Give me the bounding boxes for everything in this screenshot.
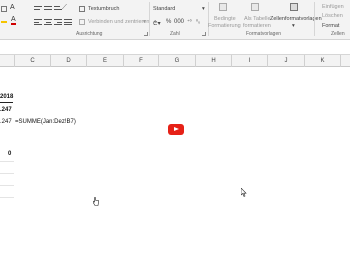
format-as-table-button-line2[interactable]: formatieren bbox=[243, 23, 271, 29]
column-header-partial[interactable] bbox=[340, 55, 350, 67]
column-header-f[interactable]: F bbox=[123, 55, 158, 67]
font-color-icon[interactable]: A bbox=[11, 16, 16, 25]
align-center-icon[interactable] bbox=[44, 19, 52, 25]
thousands-separator-icon[interactable]: 000 bbox=[174, 19, 184, 25]
align-right-icon[interactable] bbox=[54, 19, 62, 25]
ribbon: A A ⟋ Textumbruch Verbinden und zentrier… bbox=[0, 0, 350, 40]
column-header-g[interactable]: G bbox=[158, 55, 195, 67]
font-size-icon[interactable]: A bbox=[10, 4, 15, 11]
column-header-i[interactable]: I bbox=[231, 55, 267, 67]
separator bbox=[208, 2, 209, 36]
decrease-decimal-icon[interactable]: ⁰₀ bbox=[196, 19, 200, 25]
cell-total[interactable]: .247 bbox=[0, 119, 12, 125]
youtube-logo-icon bbox=[168, 124, 184, 135]
conditional-formatting-icon[interactable] bbox=[219, 3, 227, 11]
group-label-number: Zahl bbox=[170, 31, 180, 37]
wrap-text-button[interactable]: Textumbruch bbox=[88, 6, 120, 12]
group-label-alignment: Ausrichtung bbox=[76, 31, 103, 37]
align-top-icon[interactable] bbox=[34, 6, 42, 12]
align-bottom-icon[interactable] bbox=[54, 6, 62, 12]
column-header-e[interactable]: E bbox=[86, 55, 123, 67]
separator bbox=[314, 2, 315, 36]
hand-cursor-icon bbox=[93, 197, 99, 206]
alignment-launcher-icon[interactable] bbox=[144, 32, 148, 36]
grid-line bbox=[0, 161, 14, 162]
column-header-k[interactable]: K bbox=[304, 55, 340, 67]
indent-icon[interactable] bbox=[64, 19, 72, 25]
cell-formula[interactable]: =SUMME(Jan:Dez!B7) bbox=[15, 119, 76, 125]
group-label-cells: Zellen bbox=[331, 31, 345, 37]
number-format-select[interactable]: Standard bbox=[153, 6, 175, 12]
column-header-c[interactable]: C bbox=[14, 55, 50, 67]
column-header-row: C D E F G H I J K bbox=[0, 54, 350, 67]
insert-button[interactable]: Einfügen bbox=[322, 4, 344, 10]
increase-decimal-icon[interactable]: ⁺⁰ bbox=[187, 19, 192, 25]
column-header-j[interactable]: J bbox=[267, 55, 304, 67]
conditional-formatting-button[interactable]: Bedingte bbox=[214, 16, 236, 22]
number-launcher-icon[interactable] bbox=[202, 32, 206, 36]
mouse-pointer-icon bbox=[241, 188, 247, 197]
bold-icon[interactable] bbox=[1, 6, 7, 12]
format-as-table-button[interactable]: Als Tabelle bbox=[244, 16, 271, 22]
year-underline bbox=[0, 102, 13, 103]
delete-button[interactable]: Löschen bbox=[322, 13, 343, 19]
column-header-d[interactable]: D bbox=[50, 55, 86, 67]
separator bbox=[149, 2, 150, 36]
merge-dropdown-icon[interactable]: ▾ bbox=[143, 19, 146, 25]
format-button[interactable]: Format bbox=[322, 23, 339, 29]
align-left-icon[interactable] bbox=[34, 19, 42, 25]
currency-icon[interactable]: ₾▾ bbox=[153, 19, 161, 27]
wrap-text-icon[interactable] bbox=[79, 6, 85, 12]
group-label-styles: Formatvorlagen bbox=[246, 31, 282, 37]
orientation-icon[interactable]: ⟋ bbox=[62, 4, 67, 12]
format-as-table-icon[interactable] bbox=[251, 3, 259, 11]
cell-total-bold[interactable]: .247 bbox=[0, 107, 12, 113]
cell-styles-icon[interactable] bbox=[290, 3, 298, 11]
number-format-dropdown-icon[interactable]: ▾ bbox=[202, 6, 205, 12]
merge-center-icon[interactable] bbox=[79, 19, 85, 25]
fill-color-icon[interactable] bbox=[1, 18, 7, 23]
conditional-formatting-button-line2[interactable]: Formatierung bbox=[208, 23, 241, 29]
percent-icon[interactable]: % bbox=[166, 19, 171, 25]
worksheet-grid[interactable]: 2018 .247 .247 =SUMME(Jan:Dez!B7) 0 bbox=[0, 67, 350, 262]
align-middle-icon[interactable] bbox=[44, 6, 52, 12]
grid-line bbox=[0, 173, 14, 174]
grid-line bbox=[0, 197, 14, 198]
cell-year[interactable]: 2018 bbox=[0, 94, 13, 100]
merge-center-button[interactable]: Verbinden und zentrieren bbox=[88, 19, 149, 25]
cell-zero[interactable]: 0 bbox=[8, 151, 11, 157]
grid-line bbox=[0, 185, 14, 186]
cell-styles-dropdown-icon[interactable]: ▾ bbox=[292, 23, 295, 29]
column-header-h[interactable]: H bbox=[195, 55, 231, 67]
